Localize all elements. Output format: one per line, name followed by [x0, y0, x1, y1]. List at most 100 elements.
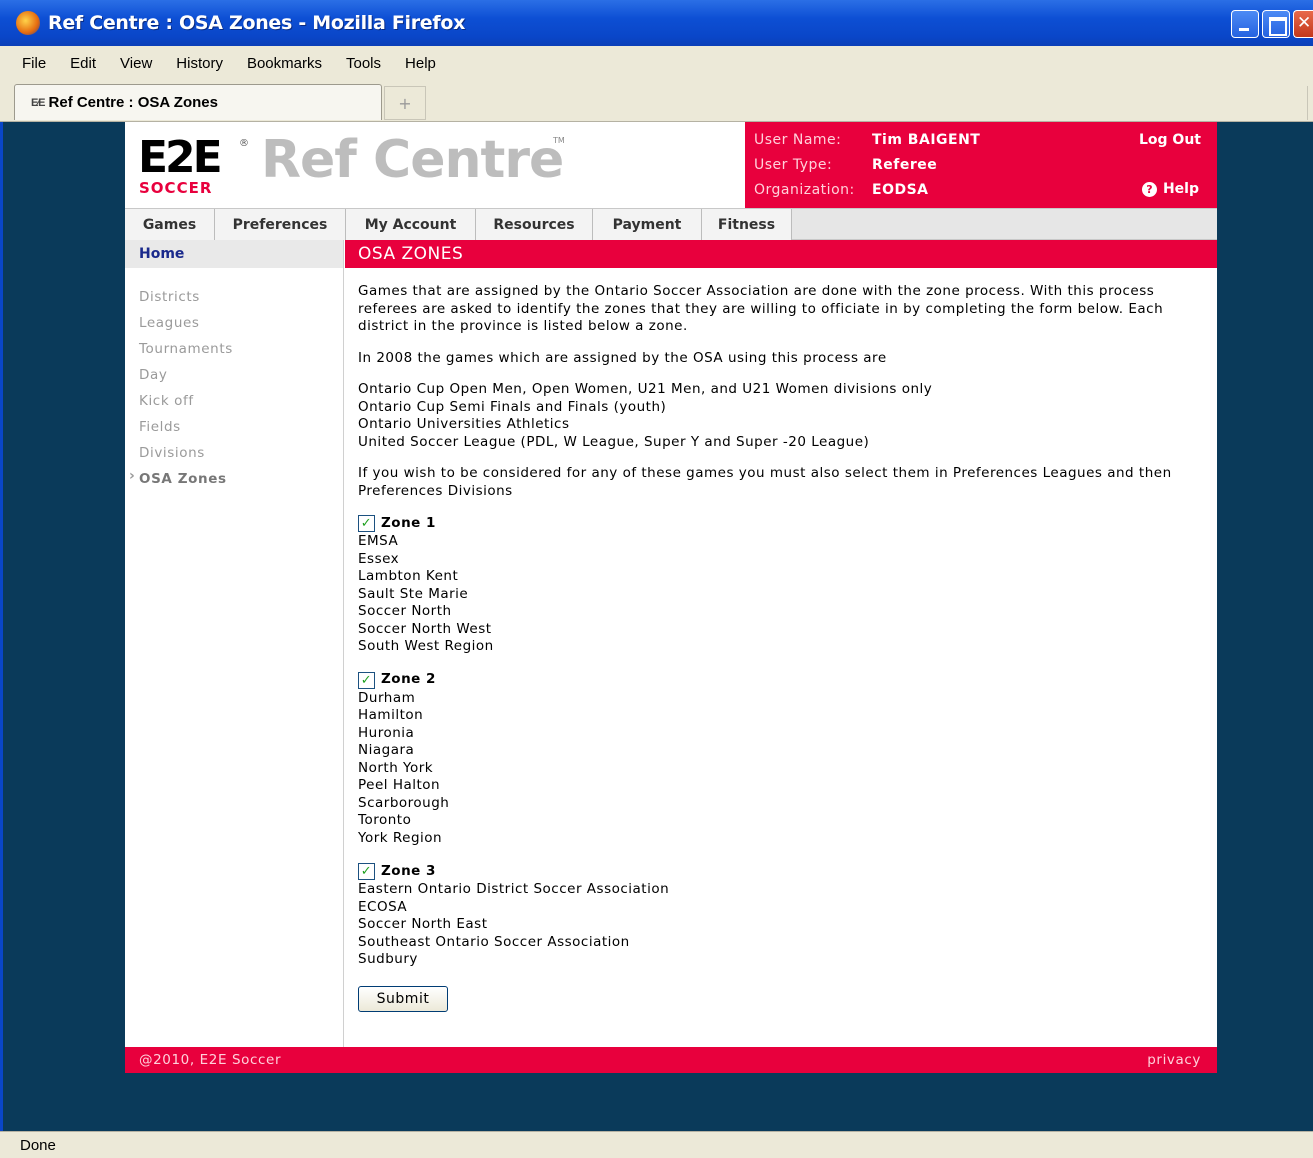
zone-1-header: ✓ Zone 1 [358, 514, 1204, 533]
district-item: Southeast Ontario Soccer Association [358, 933, 630, 950]
district-item: Soccer North East [358, 916, 488, 932]
district-item: Toronto [358, 812, 412, 828]
zone-2-header: ✓ Zone 2 [358, 671, 1204, 690]
zone-1-title: Zone 1 [381, 514, 436, 531]
district-item: Essex [358, 550, 400, 567]
menu-view[interactable]: View [108, 55, 164, 72]
district-item: Sault Ste Marie [358, 585, 469, 602]
window-controls [1231, 10, 1313, 38]
tab-bar: E⁄E Ref Centre : OSA Zones + [0, 80, 1313, 122]
competition-list: Ontario Cup Open Men, Open Women, U21 Me… [358, 381, 1204, 451]
district-item: Lambton Kent [358, 568, 459, 584]
district-item: North York [358, 759, 434, 776]
main-content: OSA ZONES Games that are assigned by the… [345, 240, 1217, 1047]
competition-item: Ontario Universities Athletics [358, 416, 570, 432]
sidebar-item-leagues[interactable]: Leagues [125, 310, 343, 336]
page-title: OSA ZONES [345, 240, 1217, 268]
site-header: E2E ® SOCCER Ref Centre TM User Name: Ti… [125, 122, 1217, 208]
district-item: Soccer North West [358, 620, 492, 637]
organization-row: Organization: EODSA [754, 182, 929, 198]
firefox-icon [16, 11, 40, 35]
zone-3-checkbox[interactable]: ✓ [358, 863, 375, 880]
window-border [0, 46, 3, 1158]
new-tab-button[interactable]: + [384, 86, 426, 120]
window-titlebar: Ref Centre : OSA Zones - Mozilla Firefox [0, 0, 1313, 46]
sidebar-item-fields[interactable]: Fields [125, 414, 343, 440]
privacy-link[interactable]: privacy [1147, 1047, 1201, 1073]
zone-2-title: Zone 2 [381, 671, 436, 688]
sidebar-list: Districts Leagues Tournaments Day Kick o… [125, 268, 343, 492]
sidebar-item-divisions[interactable]: Divisions [125, 440, 343, 466]
sidebar-item-tournaments[interactable]: Tournaments [125, 336, 343, 362]
district-item: Scarborough [358, 794, 450, 811]
soccer-logo-text: SOCCER [139, 179, 213, 197]
district-item: Soccer North [358, 603, 452, 619]
user-name-value: Tim BAIGENT [872, 132, 981, 148]
organization-value: EODSA [872, 182, 929, 198]
zone-2-checkbox[interactable]: ✓ [358, 671, 375, 689]
nav-payment[interactable]: Payment [593, 209, 702, 240]
user-name-row: User Name: Tim BAIGENT [754, 132, 980, 148]
e2e-logo: E2E [138, 132, 223, 183]
nav-resources[interactable]: Resources [476, 209, 593, 240]
district-item: ECOSA [358, 898, 408, 915]
copyright-text: @2010, E2E Soccer [139, 1052, 282, 1068]
nav-preferences[interactable]: Preferences [215, 209, 346, 240]
content-body: Games that are assigned by the Ontario S… [345, 268, 1217, 1012]
user-type-label: User Type: [754, 157, 833, 173]
district-item: Durham [358, 689, 416, 706]
help-label: Help [1162, 181, 1199, 197]
menu-bookmarks[interactable]: Bookmarks [235, 55, 334, 72]
district-item: Eastern Ontario District Soccer Associat… [358, 881, 670, 897]
menu-tools[interactable]: Tools [334, 55, 393, 72]
district-item: Huronia [358, 724, 415, 741]
maximize-icon[interactable] [1262, 10, 1290, 38]
sidebar: Home Districts Leagues Tournaments Day K… [125, 240, 344, 1047]
district-item: Peel Halton [358, 777, 441, 793]
district-item: Niagara [358, 742, 415, 758]
log-out-link[interactable]: Log Out [1139, 132, 1201, 148]
sidebar-item-districts[interactable]: Districts [125, 284, 343, 310]
nav-games[interactable]: Games [125, 209, 215, 240]
zone-1-checkbox[interactable]: ✓ [358, 515, 375, 532]
district-item: Hamilton [358, 707, 424, 723]
sidebar-item-home[interactable]: Home [125, 240, 343, 268]
user-type-row: User Type: Referee [754, 157, 937, 173]
user-name-label: User Name: [754, 132, 842, 148]
district-item: York Region [358, 829, 443, 846]
user-type-value: Referee [872, 157, 938, 173]
ref-centre-logo: Ref Centre [261, 130, 564, 190]
nav-fitness[interactable]: Fitness [702, 209, 792, 240]
close-icon[interactable] [1293, 10, 1313, 38]
preferences-note: If you wish to be considered for any of … [358, 465, 1172, 499]
status-bar: Done [0, 1131, 1313, 1158]
year-text: In 2008 the games which are assigned by … [358, 349, 887, 366]
trademark-mark: TM [553, 136, 565, 145]
sidebar-item-osa-zones[interactable]: OSA Zones [125, 463, 343, 492]
tab-scroll-button[interactable] [1307, 86, 1313, 120]
submit-button[interactable]: Submit [358, 985, 448, 1012]
nav-my-account[interactable]: My Account [346, 209, 476, 240]
menu-edit[interactable]: Edit [58, 55, 108, 72]
menu-history[interactable]: History [164, 55, 235, 72]
competition-item: United Soccer League (PDL, W League, Sup… [358, 433, 870, 450]
web-page: E2E ® SOCCER Ref Centre TM User Name: Ti… [125, 122, 1217, 1073]
main-nav: Games Preferences My Account Resources P… [125, 208, 1217, 240]
zone-3-header: ✓ Zone 3 [358, 862, 1204, 881]
zone-3-title: Zone 3 [381, 862, 436, 879]
user-info-panel: User Name: Tim BAIGENT User Type: Refere… [745, 122, 1217, 208]
e2e-favicon-icon: E⁄E [31, 96, 45, 109]
tab-ref-centre[interactable]: E⁄E Ref Centre : OSA Zones [14, 84, 382, 120]
sidebar-item-kick-off[interactable]: Kick off [125, 388, 343, 414]
menu-help[interactable]: Help [393, 55, 448, 72]
menu-file[interactable]: File [10, 55, 58, 72]
zone-2-group: ✓ Zone 2 Durham Hamilton Huronia Niagara… [358, 671, 1204, 848]
competition-item: Ontario Cup Open Men, Open Women, U21 Me… [358, 381, 933, 397]
window-title: Ref Centre : OSA Zones - Mozilla Firefox [48, 12, 466, 34]
minimize-icon[interactable] [1231, 10, 1259, 38]
district-item: Sudbury [358, 951, 418, 967]
help-link[interactable]: ? Help [1141, 181, 1199, 197]
help-icon: ? [1141, 181, 1157, 197]
competition-item: Ontario Cup Semi Finals and Finals (yout… [358, 398, 667, 415]
sidebar-item-day[interactable]: Day [125, 362, 343, 388]
